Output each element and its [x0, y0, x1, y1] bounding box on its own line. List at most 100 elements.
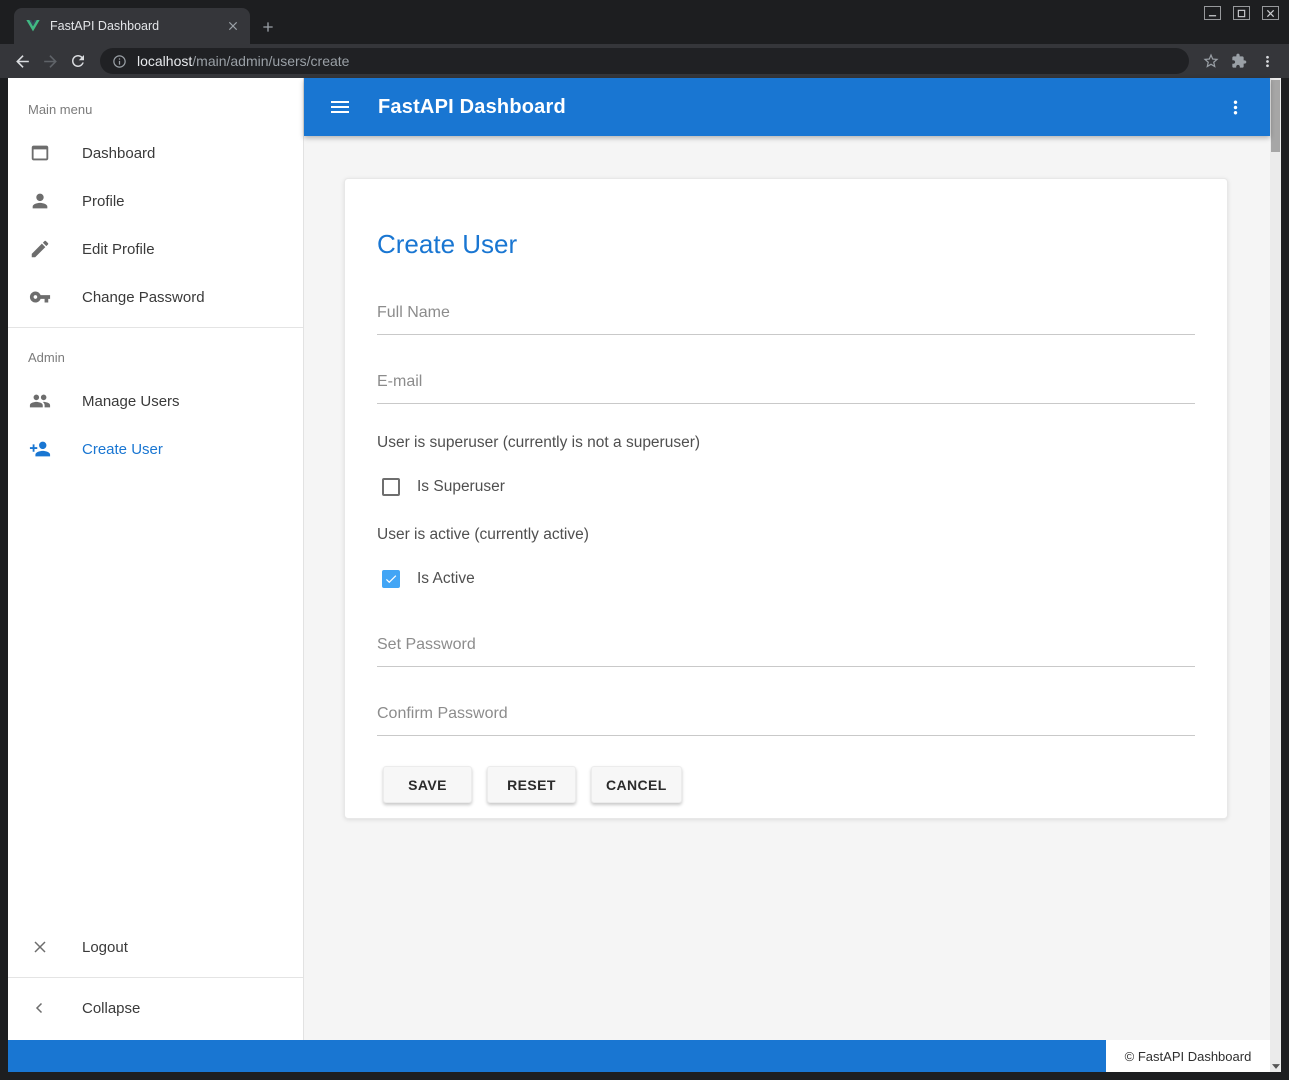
browser-tab-bar: FastAPI Dashboard: [0, 0, 1289, 44]
kebab-menu-icon: [1225, 97, 1246, 118]
browser-menu-button[interactable]: [1253, 47, 1281, 75]
dashboard-icon: [28, 141, 52, 165]
hamburger-menu-icon[interactable]: [328, 95, 352, 119]
save-button[interactable]: SAVE: [383, 766, 472, 803]
sidebar-item-label: Edit Profile: [82, 241, 155, 258]
set-password-field-wrap: [377, 632, 1195, 667]
superuser-checkbox-row: Is Superuser: [377, 478, 1195, 496]
new-tab-button[interactable]: [260, 19, 276, 35]
sidebar-item-label: Create User: [82, 441, 163, 458]
full-name-input[interactable]: [377, 300, 1195, 335]
sidebar: Main menu Dashboard Profile: [8, 78, 304, 1040]
tab-title: FastAPI Dashboard: [50, 19, 215, 33]
footer: © FastAPI Dashboard: [8, 1040, 1270, 1072]
sidebar-item-logout[interactable]: Logout: [8, 923, 303, 971]
footer-copyright-box: © FastAPI Dashboard: [1106, 1040, 1270, 1072]
active-checkbox-row: Is Active: [377, 570, 1195, 588]
is-active-checkbox[interactable]: [382, 570, 400, 588]
window-controls: [1204, 6, 1279, 20]
superuser-hint: User is superuser (currently is not a su…: [377, 434, 1195, 452]
page-info-icon[interactable]: [112, 54, 127, 69]
close-tab-icon[interactable]: [224, 17, 242, 35]
main-area: FastAPI Dashboard Create User: [304, 78, 1270, 1040]
set-password-input[interactable]: [377, 632, 1195, 667]
address-bar[interactable]: localhost/main/admin/users/create: [100, 48, 1189, 74]
reload-button[interactable]: [64, 47, 92, 75]
url-path: /main/admin/users/create: [192, 53, 349, 69]
sidebar-item-label: Manage Users: [82, 393, 180, 410]
sidebar-section-admin: Admin: [8, 334, 303, 377]
email-field-wrap: [377, 369, 1195, 404]
scrollbar-down-arrow[interactable]: [1270, 1064, 1281, 1069]
is-active-label[interactable]: Is Active: [417, 570, 475, 588]
footer-accent-bar: [8, 1040, 1106, 1072]
logout-x-icon: [28, 935, 52, 959]
window-maximize-button[interactable]: [1233, 6, 1250, 20]
app-bar: FastAPI Dashboard: [304, 78, 1270, 136]
sidebar-item-collapse[interactable]: Collapse: [8, 984, 303, 1032]
maximize-icon: [1237, 9, 1246, 18]
sidebar-item-label: Logout: [82, 939, 128, 956]
people-icon: [28, 389, 52, 413]
extensions-icon: [1231, 53, 1247, 69]
is-superuser-checkbox[interactable]: [382, 478, 400, 496]
sidebar-bottom-pad: [8, 1032, 303, 1040]
appbar-title: FastAPI Dashboard: [378, 96, 566, 119]
sidebar-item-label: Dashboard: [82, 145, 155, 162]
confirm-password-field-wrap: [377, 701, 1195, 736]
appbar-menu-button[interactable]: [1225, 97, 1246, 118]
browser-window: FastAPI Dashboard: [0, 0, 1289, 1080]
form-buttons: SAVE RESET CANCEL: [377, 766, 1195, 803]
sidebar-section-main-menu: Main menu: [8, 78, 303, 129]
create-user-card: Create User User is superuser (currently…: [344, 178, 1228, 819]
window-close-button[interactable]: [1262, 6, 1279, 20]
sidebar-item-label: Change Password: [82, 289, 205, 306]
page-title: Create User: [377, 229, 1195, 260]
full-name-field-wrap: [377, 300, 1195, 335]
page-scrollbar[interactable]: [1270, 78, 1281, 1072]
copyright-text: © FastAPI Dashboard: [1125, 1049, 1252, 1064]
sidebar-item-profile[interactable]: Profile: [8, 177, 303, 225]
active-hint: User is active (currently active): [377, 526, 1195, 544]
plus-icon: [260, 19, 276, 35]
sidebar-item-edit-profile[interactable]: Edit Profile: [8, 225, 303, 273]
back-button[interactable]: [8, 47, 36, 75]
sidebar-item-create-user[interactable]: Create User: [8, 425, 303, 473]
close-icon: [1266, 9, 1275, 18]
pencil-icon: [28, 237, 52, 261]
person-add-icon: [28, 437, 52, 461]
window-minimize-button[interactable]: [1204, 6, 1221, 20]
confirm-password-input[interactable]: [377, 701, 1195, 736]
reset-button[interactable]: RESET: [487, 766, 576, 803]
browser-tab[interactable]: FastAPI Dashboard: [14, 8, 250, 44]
star-icon: [1202, 52, 1220, 70]
extensions-button[interactable]: [1225, 47, 1253, 75]
sidebar-divider: [8, 327, 303, 328]
sidebar-divider: [8, 977, 303, 978]
cancel-button[interactable]: CANCEL: [591, 766, 682, 803]
forward-button[interactable]: [36, 47, 64, 75]
sidebar-spacer: [8, 473, 303, 923]
vue-logo-icon: [25, 18, 41, 34]
minimize-icon: [1208, 9, 1217, 18]
sidebar-item-manage-users[interactable]: Manage Users: [8, 377, 303, 425]
page: Main menu Dashboard Profile: [8, 78, 1281, 1072]
sidebar-item-dashboard[interactable]: Dashboard: [8, 129, 303, 177]
person-icon: [28, 189, 52, 213]
content-area: Create User User is superuser (currently…: [304, 136, 1270, 1040]
browser-toolbar: localhost/main/admin/users/create: [0, 44, 1289, 78]
bookmark-button[interactable]: [1197, 47, 1225, 75]
arrow-forward-icon: [41, 52, 60, 71]
sidebar-item-change-password[interactable]: Change Password: [8, 273, 303, 321]
sidebar-item-label: Profile: [82, 193, 125, 210]
check-icon: [384, 572, 398, 586]
sidebar-item-label: Collapse: [82, 1000, 140, 1017]
reload-icon: [69, 52, 87, 70]
is-superuser-label[interactable]: Is Superuser: [417, 478, 505, 496]
key-icon: [28, 285, 52, 309]
kebab-menu-icon: [1259, 53, 1276, 70]
chevron-left-icon: [28, 996, 52, 1020]
scrollbar-thumb[interactable]: [1271, 80, 1280, 152]
url-text: localhost/main/admin/users/create: [137, 53, 349, 69]
email-input[interactable]: [377, 369, 1195, 404]
